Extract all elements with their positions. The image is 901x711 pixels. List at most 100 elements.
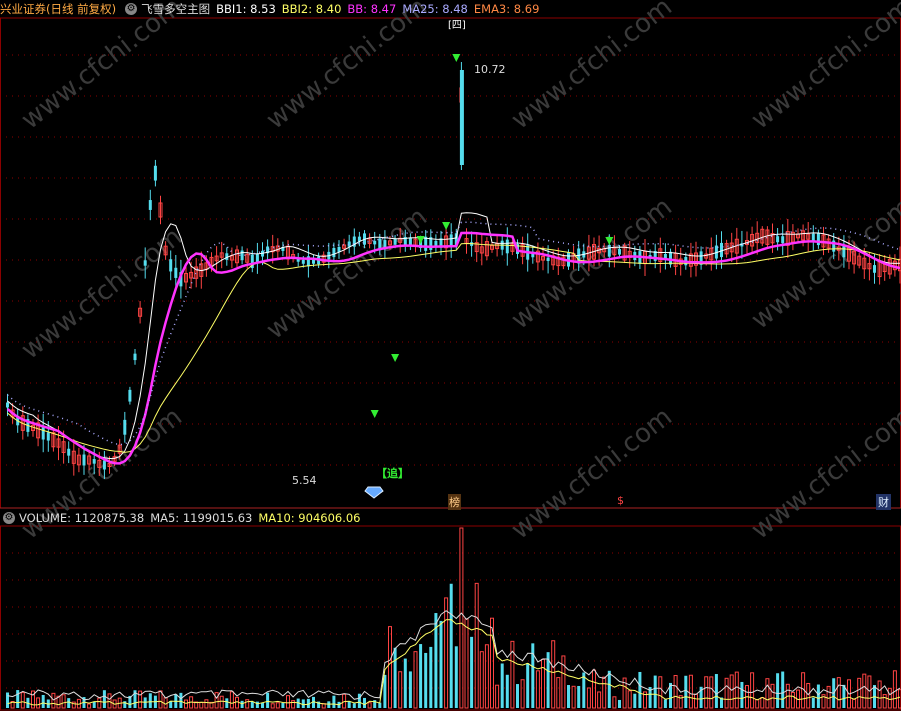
volume-bar-down <box>332 695 336 708</box>
volume-bar-up <box>790 691 795 709</box>
buy-arrow-icon <box>391 354 400 362</box>
volume-bar-up <box>571 685 576 709</box>
candle-down <box>505 239 509 254</box>
candle-down <box>133 353 137 361</box>
high-price-label: 10.72 <box>474 63 506 76</box>
volume-bar-up <box>551 640 556 709</box>
volume-bar-down <box>419 644 423 708</box>
indicator-name[interactable]: 飞雪多空主图 <box>141 0 210 18</box>
candle-down <box>46 432 50 441</box>
volume-bar-down <box>301 699 305 708</box>
buy-arrow-icon <box>370 410 379 418</box>
volume-bar-up <box>398 671 403 709</box>
volume-legend: ⚙ VOLUME: 1120875.38 MA5: 1199015.63 MA1… <box>0 509 367 527</box>
diamond-icon <box>364 486 384 499</box>
volume-bar-up <box>755 699 760 709</box>
buy-arrow-icon <box>416 236 425 244</box>
volume-bar-up <box>892 670 897 709</box>
volume-bar-up <box>61 694 66 709</box>
volume-bar-down <box>16 690 20 708</box>
gear-icon[interactable]: ⚙ <box>3 512 15 524</box>
candle-down <box>373 240 377 245</box>
volume-bar-up <box>704 676 709 709</box>
volume-bar-up <box>658 676 663 709</box>
volume-bar-down <box>148 693 152 708</box>
volume-bar-up <box>97 697 102 709</box>
volume-bar-up <box>612 696 617 709</box>
volume-bar-up <box>673 675 678 709</box>
dollar-tag[interactable]: $ <box>617 494 624 507</box>
volume-bar-up <box>51 692 56 709</box>
volume-bar-up <box>724 677 729 709</box>
price-chart[interactable]: www.cfchi.com www.cfchi.com www.cfchi.com w… <box>0 0 901 711</box>
candle-down <box>41 426 45 440</box>
volume-bar-up <box>806 683 811 709</box>
volume-bar-down <box>266 692 270 708</box>
candle-down <box>776 236 780 243</box>
watermark-text: www.cfchi.com <box>16 0 188 136</box>
volume-bar-up <box>750 672 755 709</box>
volume-bar-up <box>163 697 168 709</box>
volume-bar-down <box>383 674 387 708</box>
volume-bar-up <box>388 626 392 709</box>
legend-bb: BB: 8.47 <box>347 2 397 16</box>
volume-bar-down <box>393 647 397 708</box>
volume-bar-up <box>291 700 296 709</box>
volume-bar-down <box>653 675 657 708</box>
volume-bar-up <box>479 651 484 709</box>
volume-bar-up <box>367 702 372 709</box>
volume-bar-up <box>765 678 770 709</box>
list-tag[interactable]: 榜 <box>448 494 461 510</box>
volume-bar-down <box>449 583 453 708</box>
candle-down <box>393 238 397 245</box>
candle-down <box>842 245 846 258</box>
volume-bar-up <box>734 671 739 709</box>
volume-bar-up <box>199 701 204 709</box>
candle-down <box>153 165 157 181</box>
volume-bar-up <box>867 675 872 709</box>
gear-icon[interactable]: ⚙ <box>125 3 138 15</box>
candle-down <box>123 419 127 435</box>
candle-down <box>546 257 550 262</box>
volume-bar-down <box>470 636 474 708</box>
watermark-text: www.cfchi.com <box>261 0 433 136</box>
volume-bar-down <box>281 702 285 708</box>
volume-bar-down <box>102 690 106 708</box>
volume-bar-down <box>505 674 509 708</box>
volume-bar-down <box>225 698 229 708</box>
volume-bar-down <box>500 663 504 708</box>
volume-bar-down <box>429 646 433 708</box>
volume-bar-up <box>235 696 239 709</box>
volume-bar-down <box>663 699 667 708</box>
volume-bar-down <box>403 658 407 708</box>
volume-bar-up <box>138 690 143 709</box>
volume-bar-down <box>577 685 581 708</box>
volume-bar-down <box>255 701 259 708</box>
volume-ma5-line <box>7 610 901 701</box>
volume-bar-up <box>275 702 280 709</box>
candle-down <box>301 259 305 264</box>
candle-down <box>67 448 71 456</box>
candle-down <box>92 459 96 464</box>
top-tag[interactable]: [四] <box>448 16 466 31</box>
volume-bar-up <box>597 691 602 709</box>
volume-bar-up <box>20 692 25 709</box>
volume-bar-up <box>158 690 163 709</box>
volume-bar-up <box>270 703 275 709</box>
volume-bar-up <box>887 687 892 709</box>
stock-name[interactable]: 兴业证券 <box>0 0 46 18</box>
finance-tag[interactable]: 财 <box>876 494 891 510</box>
volume-bar-up <box>413 651 418 709</box>
volume-bar-up <box>688 674 693 709</box>
period-label[interactable]: (日线 前复权) <box>46 0 116 18</box>
watermark-text: www.cfchi.com <box>261 202 433 346</box>
candle-down <box>816 233 820 246</box>
volume-bar-down <box>424 652 428 708</box>
buy-arrow-icon <box>452 54 461 62</box>
volume-bar-up <box>882 694 887 709</box>
candle-down <box>82 454 86 466</box>
volume-bar-up <box>214 692 219 709</box>
volume-bar-down <box>352 703 356 708</box>
volume-bar-up <box>729 674 734 709</box>
volume-bar-up <box>592 669 596 709</box>
